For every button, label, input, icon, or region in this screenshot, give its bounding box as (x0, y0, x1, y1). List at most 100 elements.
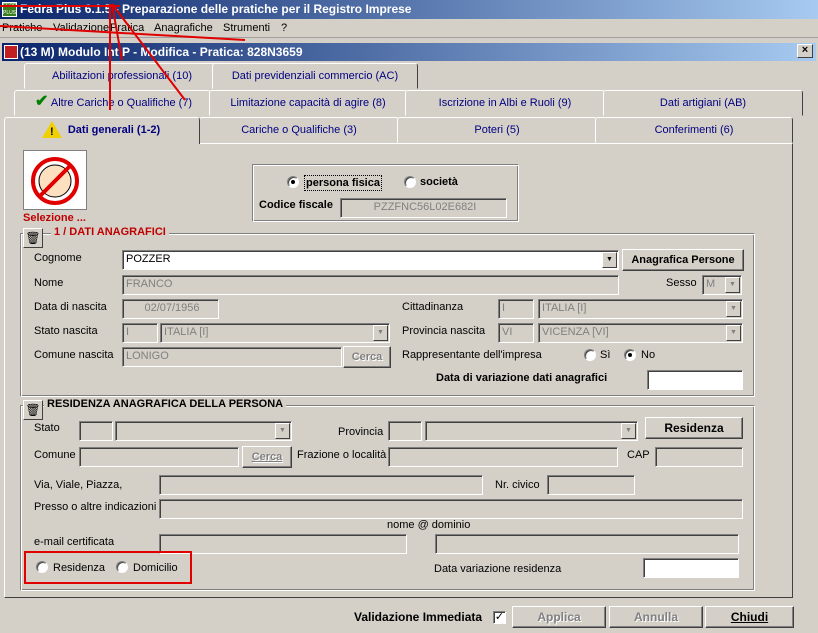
app-icon[interactable]: FEDRA PLUS (2, 2, 17, 17)
chevron-down-icon[interactable]: ▼ (725, 277, 740, 293)
domicilio-radio[interactable] (116, 561, 128, 573)
chiudi-button[interactable]: Chiudi (705, 606, 794, 628)
email-dominio-field[interactable] (435, 534, 739, 554)
window-icon[interactable] (4, 45, 18, 59)
menu-pratica[interactable]: Pratica (110, 21, 144, 35)
residenza-radio-label[interactable]: Residenza (53, 561, 105, 575)
menu-validazione[interactable]: Validazione (53, 21, 109, 35)
domicilio-radio-label[interactable]: Domicilio (133, 561, 178, 575)
provincia-nascita-value: VICENZA [VI] (542, 326, 609, 338)
variazione-residenza-field[interactable] (643, 558, 739, 578)
cittadinanza-value: ITALIA [I] (542, 302, 587, 314)
persona-fisica-radio[interactable] (287, 176, 299, 188)
chevron-down-icon[interactable]: ▼ (275, 423, 290, 439)
residenza-radio[interactable] (36, 561, 48, 573)
anagrafica-persone-button[interactable]: Anagrafica Persone (622, 249, 744, 271)
email-nome-field[interactable] (159, 534, 407, 554)
variazione-anagrafici-label: Data di variazione dati anagrafici (436, 372, 608, 384)
provincia-nascita-combo[interactable]: VICENZA [VI] ▼ (538, 323, 743, 343)
cognome-combo[interactable]: POZZER ▼ (122, 250, 619, 270)
tab-conferimenti[interactable]: Conferimenti (6) (595, 117, 793, 143)
comune-nascita-field[interactable]: LONIGO (122, 347, 342, 367)
rappresentante-label: Rappresentante dell'impresa (402, 349, 542, 361)
cap-field[interactable] (655, 447, 743, 467)
sesso-combo[interactable]: M ▼ (702, 275, 742, 295)
comune-residenza-label: Comune (34, 449, 76, 461)
codice-fiscale-field[interactable]: PZZFNC56L02E682I (340, 198, 507, 218)
chevron-down-icon[interactable]: ▼ (726, 325, 741, 341)
cognome-label: Cognome (34, 252, 82, 264)
provincia-nascita-label: Provincia nascita (402, 325, 486, 337)
civico-field[interactable] (547, 475, 635, 495)
via-field[interactable] (159, 475, 483, 495)
menu-anagrafiche[interactable]: Anagrafiche (154, 21, 213, 35)
nome-label: Nome (34, 277, 64, 289)
tab-dati-artigiani[interactable]: Dati artigiani (AB) (603, 90, 803, 116)
stato-nascita-label: Stato nascita (34, 325, 98, 337)
frazione-field[interactable] (388, 447, 618, 467)
email-hint: nome @ dominio (387, 519, 471, 531)
cognome-value: POZZER (126, 253, 171, 265)
cittadinanza-code[interactable]: I (498, 299, 534, 319)
tab-dati-generali[interactable]: ! Dati generali (1-2) (4, 117, 200, 144)
rappresentante-si-label[interactable]: Sì (600, 348, 610, 362)
trash-residenza-icon[interactable]: 🗑 (23, 400, 43, 420)
chevron-down-icon[interactable]: ▼ (726, 301, 741, 317)
provincia-residenza-combo[interactable]: ▼ (425, 421, 638, 441)
societa-radio[interactable] (404, 176, 416, 188)
cerca-residenza-button[interactable]: Cerca (242, 446, 292, 468)
codice-fiscale-label: Codice fiscale (259, 199, 333, 211)
rappresentante-no-radio[interactable] (624, 349, 636, 361)
chevron-down-icon[interactable]: ▼ (373, 325, 388, 341)
selezione-image[interactable] (23, 150, 87, 210)
email-label: e-mail certificata (34, 536, 115, 548)
comune-residenza-field[interactable] (79, 447, 239, 467)
tab-dati-previdenziali[interactable]: Dati previdenziali commercio (AC) (212, 63, 418, 89)
cittadinanza-combo[interactable]: ITALIA [I] ▼ (538, 299, 743, 319)
provincia-residenza-code[interactable] (388, 421, 422, 441)
provincia-nascita-code[interactable]: VI (498, 323, 534, 343)
menu-strumenti[interactable]: Strumenti (223, 21, 270, 35)
nome-field[interactable]: FRANCO (122, 275, 619, 295)
stato-residenza-combo[interactable]: ▼ (115, 421, 292, 441)
app-title-bar: Fedra Plus 6.1.5 - Preparazione delle pr… (0, 0, 818, 19)
checkmark-icon: ✔ (35, 93, 49, 110)
no-person-icon (31, 157, 79, 205)
validazione-immediata-checkbox[interactable]: ✓ (493, 611, 506, 624)
menu-pratiche[interactable]: Pratiche (2, 21, 42, 35)
tab-abilitazioni[interactable]: Abilitazioni professionali (10) (24, 63, 220, 89)
variazione-anagrafici-field[interactable] (647, 370, 743, 390)
tab-altre-cariche-label: Altre Cariche o Qualifiche (7) (50, 97, 193, 109)
menu-help[interactable]: ? (281, 21, 287, 35)
residenza-button[interactable]: Residenza (645, 417, 743, 439)
chevron-down-icon[interactable]: ▼ (621, 423, 636, 439)
comune-nascita-label: Comune nascita (34, 349, 114, 361)
tab-limitazione[interactable]: Limitazione capacità di agire (8) (209, 90, 407, 116)
stato-nascita-combo[interactable]: ITALIA [I] ▼ (160, 323, 390, 343)
chevron-down-icon[interactable]: ▼ (602, 252, 617, 268)
tab-iscrizione-albi[interactable]: Iscrizione in Albi e Ruoli (9) (405, 90, 605, 116)
rappresentante-si-radio[interactable] (584, 349, 596, 361)
data-nascita-label: Data di nascita (34, 301, 107, 313)
tab-cariche[interactable]: Cariche o Qualifiche (3) (199, 117, 399, 143)
applica-button[interactable]: Applica (512, 606, 606, 628)
cerca-nascita-button[interactable]: Cerca (343, 346, 391, 368)
data-nascita-field[interactable]: 02/07/1956 (122, 299, 219, 319)
sesso-value: M (706, 278, 716, 290)
rappresentante-no-label[interactable]: No (641, 348, 655, 362)
persona-fisica-label[interactable]: persona fisica (304, 175, 382, 191)
stato-residenza-code[interactable] (79, 421, 113, 441)
cittadinanza-label: Cittadinanza (402, 301, 464, 313)
validazione-immediata-label: Validazione Immediata (354, 610, 483, 624)
frazione-label: Frazione o località (297, 449, 387, 461)
close-button[interactable]: × (797, 44, 813, 58)
tab-altre-cariche[interactable]: ✔ Altre Cariche o Qualifiche (7) (14, 90, 211, 116)
stato-nascita-code[interactable]: I (122, 323, 158, 343)
societa-label[interactable]: società (420, 175, 458, 189)
annulla-button[interactable]: Annulla (609, 606, 703, 628)
trash-icon[interactable]: 🗑 (23, 228, 43, 248)
anagrafici-title: 1 / DATI ANAGRAFICI (51, 226, 169, 238)
stato-residenza-label: Stato (34, 422, 60, 434)
presso-field[interactable] (159, 499, 743, 519)
tab-poteri[interactable]: Poteri (5) (397, 117, 597, 143)
